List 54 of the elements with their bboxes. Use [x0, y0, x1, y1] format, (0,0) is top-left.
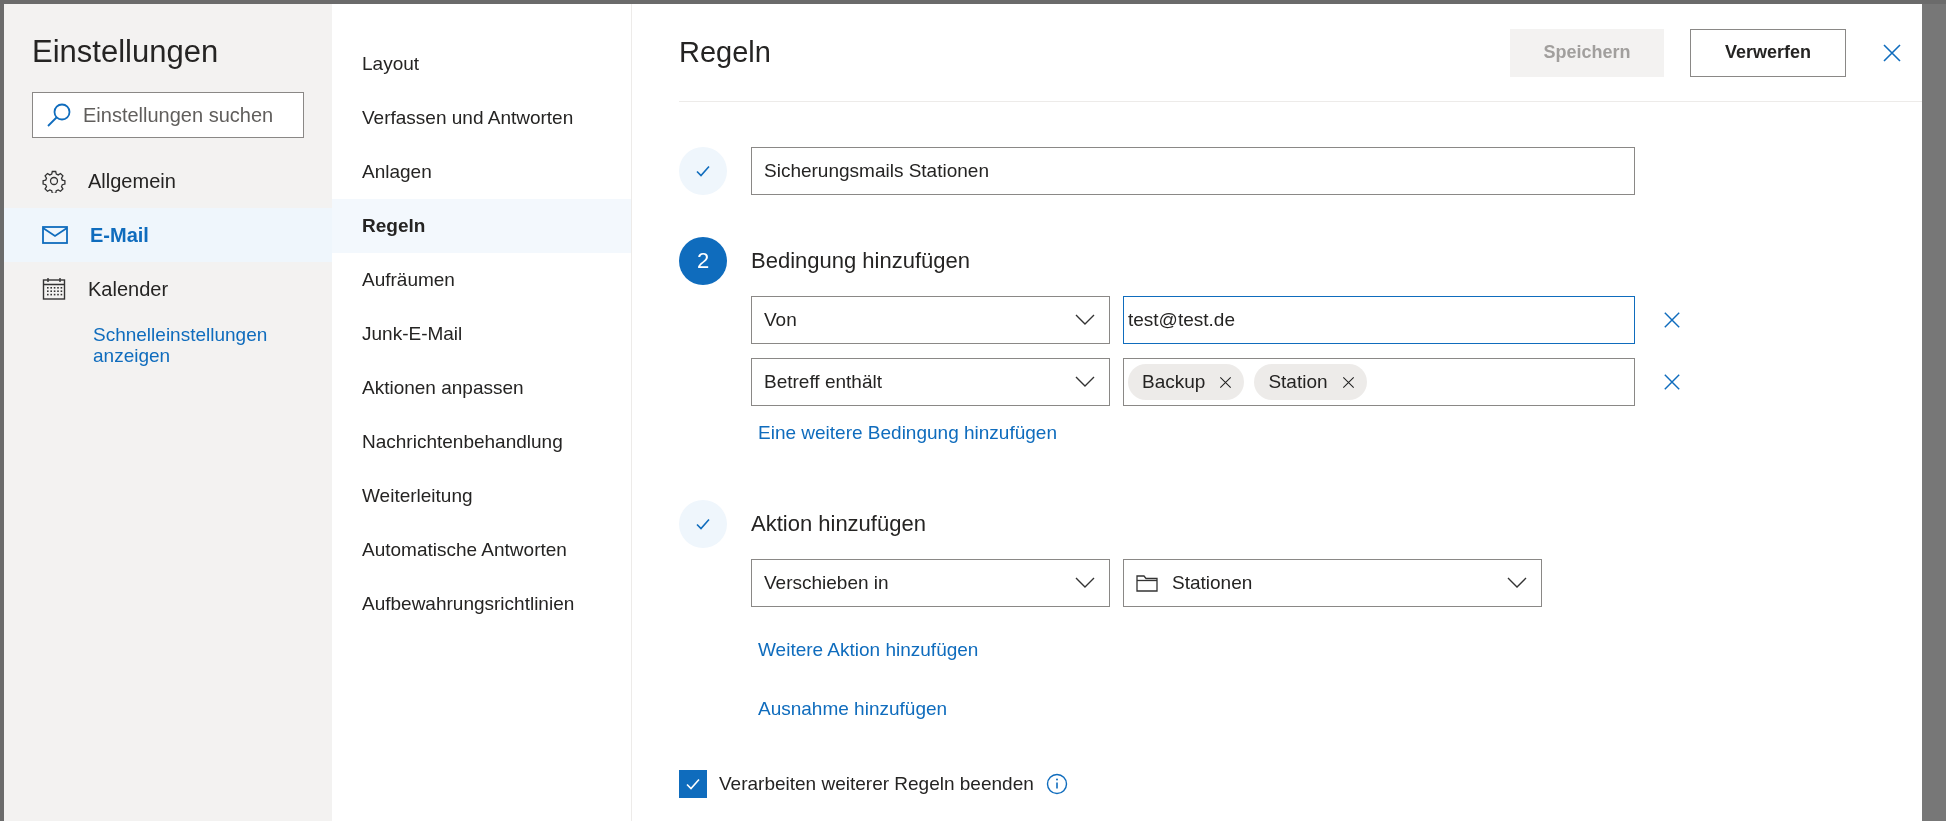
search-field[interactable]: Einstellungen suchen — [32, 92, 304, 138]
close-icon — [1882, 42, 1902, 63]
close-icon — [1663, 311, 1681, 329]
chevron-down-icon — [1075, 314, 1095, 326]
tag-label: Station — [1268, 371, 1328, 393]
condition-dropdown[interactable]: Von — [751, 296, 1110, 344]
panel-title: Regeln — [679, 36, 771, 69]
step-number: 2 — [679, 237, 727, 285]
sidebar-item[interactable]: E-Mail — [4, 208, 332, 262]
tag-label: Backup — [1142, 371, 1206, 393]
condition-dropdown[interactable]: Betreff enthält — [751, 358, 1110, 406]
nav-item[interactable]: Verfassen und Antworten — [332, 91, 631, 145]
gear-icon — [42, 169, 66, 193]
nav-item[interactable]: Anlagen — [332, 145, 631, 199]
add-condition-link[interactable]: Eine weitere Bedingung hinzufügen — [758, 422, 1057, 444]
remove-tag-button[interactable] — [1219, 375, 1233, 389]
sidebar-title: Einstellungen — [32, 34, 220, 70]
chevron-down-icon — [1075, 376, 1095, 388]
mail-icon — [42, 225, 68, 245]
add-exception-link[interactable]: Ausnahme hinzufügen — [758, 698, 948, 720]
checkbox-label: Verarbeiten weiterer Regeln beenden — [719, 773, 1034, 795]
nav-item[interactable]: Weiterleitung — [332, 469, 631, 523]
nav-item[interactable]: Junk-E-Mail — [332, 307, 631, 361]
close-icon — [1663, 373, 1681, 391]
nav-item[interactable]: Aktionen anpassen — [332, 361, 631, 415]
remove-tag-button[interactable] — [1341, 375, 1355, 389]
chevron-down-icon — [1507, 577, 1527, 589]
condition-value-field[interactable]: test@test.de — [1123, 296, 1635, 344]
nav-item[interactable]: Aufbewahrungsrichtlinien — [332, 577, 631, 631]
keyword-tag[interactable]: Station — [1254, 364, 1367, 400]
quick-settings-link[interactable]: Schnelleinstellungen anzeigen — [93, 324, 293, 366]
step-title: Bedingung hinzufügen — [751, 248, 970, 274]
info-icon — [1045, 773, 1068, 795]
step-title: Aktion hinzufügen — [751, 511, 926, 537]
condition-value-field[interactable]: Backup Station — [1123, 358, 1635, 406]
add-action-link[interactable]: Weitere Aktion hinzufügen — [758, 639, 979, 661]
folder-icon — [1136, 574, 1158, 592]
nav-item[interactable]: Nachrichtenbehandlung — [332, 415, 631, 469]
sidebar-item[interactable]: Allgemein — [4, 154, 332, 208]
close-icon — [1219, 375, 1233, 389]
checkbox[interactable] — [679, 770, 707, 798]
chevron-down-icon — [1075, 577, 1095, 589]
discard-button[interactable]: Verwerfen — [1690, 28, 1846, 77]
folder-dropdown[interactable]: Stationen — [1123, 559, 1542, 607]
nav-item[interactable]: Aufräumen — [332, 253, 631, 307]
nav-item[interactable]: Automatische Antworten — [332, 523, 631, 577]
rule-name-field[interactable]: Sicherungsmails Stationen — [751, 147, 1635, 195]
sidebar-item[interactable]: Kalender — [4, 262, 332, 316]
nav-item[interactable]: Layout — [332, 37, 631, 91]
action-dropdown[interactable]: Verschieben in — [751, 559, 1110, 607]
keyword-tag[interactable]: Backup — [1128, 364, 1245, 400]
calendar-icon — [42, 277, 66, 301]
close-icon — [1341, 375, 1355, 389]
nav-item[interactable]: Regeln — [332, 199, 631, 253]
